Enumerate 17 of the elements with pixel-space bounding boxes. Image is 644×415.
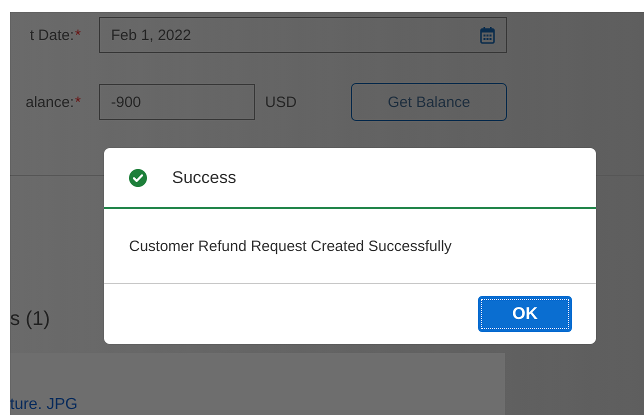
field-label: t Date: [28,26,74,44]
calendar-icon[interactable] [480,26,495,44]
get-balance-button[interactable]: Get Balance [351,83,507,121]
dialog-message: Customer Refund Request Created Successfully [129,238,452,254]
field-value: Feb 1, 2022 [111,26,192,44]
dialog-title: Success [172,168,236,188]
required-mark: * [75,94,82,110]
attachments-title: s (1) [10,308,50,332]
date-field[interactable]: Feb 1, 2022 [99,17,507,53]
amount-field[interactable]: -900 [99,84,255,120]
check-circle-icon [129,168,147,186]
attachment-link[interactable]: ture. JPG [10,397,78,413]
currency-label: USD [265,94,298,110]
field-value: -900 [111,94,142,110]
field-label: alance: [24,94,74,110]
ok-button[interactable]: OK [478,296,572,332]
required-mark: * [75,26,82,44]
